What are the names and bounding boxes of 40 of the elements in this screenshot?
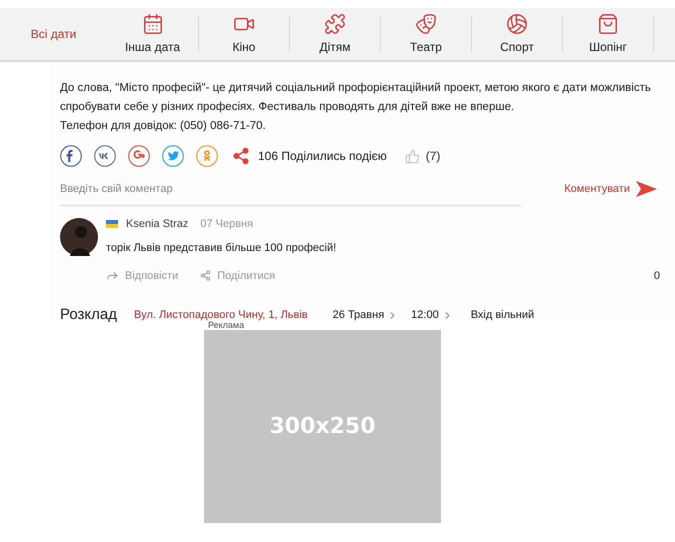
share-icon xyxy=(200,270,212,282)
schedule-price: Вхід вільний xyxy=(470,308,534,323)
google-share-icon[interactable] xyxy=(128,145,150,167)
ad-label: Реклама xyxy=(208,320,244,330)
comment-input[interactable]: Введіть свій коментар xyxy=(60,181,521,206)
send-icon xyxy=(636,181,657,198)
comment-submit-button[interactable]: Коментувати xyxy=(564,181,657,198)
puzzle-icon xyxy=(324,12,346,34)
masks-icon xyxy=(415,12,437,34)
category-tab[interactable]: Спорт xyxy=(472,8,562,60)
category-tab[interactable]: Шопінг xyxy=(563,8,653,60)
share-count: 106 Поділились подією xyxy=(258,148,387,165)
ball-icon xyxy=(506,12,528,34)
ok-share-icon[interactable] xyxy=(196,145,218,167)
comment-author[interactable]: Ksenia Straz xyxy=(126,216,188,232)
like-count: (7) xyxy=(426,148,440,165)
calendar-icon xyxy=(142,12,164,34)
description-text: До слова, "Місто професій"- це дитячий соціальний профорієнтаційний проект, метою якого є дати можливість спробувати себе у різних професіях. Фестиваль проводять для дітей вже не вперше. xyxy=(60,81,652,115)
facebook-share-icon[interactable] xyxy=(60,145,82,167)
vk-share-icon[interactable] xyxy=(94,145,116,167)
category-tab[interactable]: Кіно xyxy=(199,8,289,60)
phone-text: Телефон для довідок: (050) 086-71-70. xyxy=(60,119,267,134)
reply-icon xyxy=(106,269,119,282)
bag-icon xyxy=(597,12,619,34)
comment-date: 07 Червня xyxy=(200,216,254,232)
share-icon[interactable] xyxy=(232,147,250,165)
category-tab[interactable]: Дітям xyxy=(290,8,380,60)
avatar xyxy=(60,218,98,256)
comment-text: торік Львів представив більше 100 професій! xyxy=(106,241,338,256)
comment-likes-count: 0 xyxy=(654,268,660,284)
schedule-time[interactable]: 12:00 xyxy=(411,307,453,324)
schedule-date[interactable]: 26 Травня xyxy=(332,307,398,324)
schedule-title: Розклад xyxy=(60,305,117,325)
like-icon[interactable] xyxy=(404,148,420,164)
twitter-share-icon[interactable] xyxy=(162,145,184,167)
category-tab[interactable]: Інша дата xyxy=(107,8,198,60)
flag-icon xyxy=(106,220,118,228)
category-tab[interactable]: Театр xyxy=(381,8,471,60)
category-tab[interactable]: Всі дати xyxy=(0,8,107,60)
ad-size-text: 300x250 xyxy=(269,413,376,441)
